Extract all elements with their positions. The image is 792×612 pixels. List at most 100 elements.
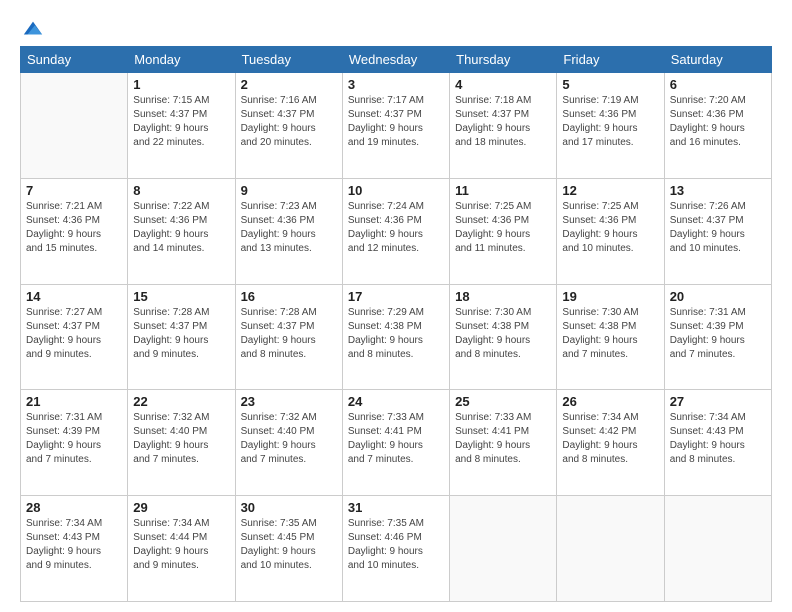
day-info: Sunrise: 7:31 AM Sunset: 4:39 PM Dayligh… bbox=[670, 306, 766, 362]
calendar-cell: 30 Sunrise: 7:35 AM Sunset: 4:45 PM Dayli… bbox=[235, 496, 342, 602]
calendar-header: Sunday Monday Tuesday Wednesday Thursday… bbox=[21, 47, 772, 73]
calendar-cell: 14 Sunrise: 7:27 AM Sunset: 4:37 PM Dayli… bbox=[21, 284, 128, 390]
day-number: 20 bbox=[670, 289, 766, 304]
calendar-cell: 24Sunrise: 7:33 AM Sunset: 4:41 PM Dayli… bbox=[342, 390, 449, 496]
day-number: 29 bbox=[133, 500, 229, 515]
day-info: Sunrise: 7:17 AM Sunset: 4:37 PM Dayligh… bbox=[348, 94, 444, 150]
day-number: 17 bbox=[348, 289, 444, 304]
week-row-2: 14 Sunrise: 7:27 AM Sunset: 4:37 PM Dayli… bbox=[21, 284, 772, 390]
day-number: 26 bbox=[562, 394, 658, 409]
calendar-cell: 13 Sunrise: 7:26 AM Sunset: 4:37 PM Dayli… bbox=[664, 178, 771, 284]
day-info: Sunrise: 7:31 AM Sunset: 4:39 PM Dayligh… bbox=[26, 411, 122, 467]
day-number: 1 bbox=[133, 77, 229, 92]
calendar-cell: 31 Sunrise: 7:35 AM Sunset: 4:46 PM Dayli… bbox=[342, 496, 449, 602]
day-info: Sunrise: 7:30 AM Sunset: 4:38 PM Dayligh… bbox=[455, 306, 551, 362]
day-number: 4 bbox=[455, 77, 551, 92]
logo-icon bbox=[22, 18, 44, 40]
day-number: 3 bbox=[348, 77, 444, 92]
calendar-cell: 17 Sunrise: 7:29 AM Sunset: 4:38 PM Dayli… bbox=[342, 284, 449, 390]
calendar-cell: 26 Sunrise: 7:34 AM Sunset: 4:42 PM Dayli… bbox=[557, 390, 664, 496]
calendar-cell: 3 Sunrise: 7:17 AM Sunset: 4:37 PM Daylig… bbox=[342, 73, 449, 179]
day-info: Sunrise: 7:18 AM Sunset: 4:37 PM Dayligh… bbox=[455, 94, 551, 150]
day-info: Sunrise: 7:20 AM Sunset: 4:36 PM Dayligh… bbox=[670, 94, 766, 150]
col-saturday: Saturday bbox=[664, 47, 771, 73]
day-number: 10 bbox=[348, 183, 444, 198]
day-number: 23 bbox=[241, 394, 337, 409]
day-info: Sunrise: 7:35 AM Sunset: 4:45 PM Dayligh… bbox=[241, 517, 337, 573]
header-row: Sunday Monday Tuesday Wednesday Thursday… bbox=[21, 47, 772, 73]
day-number: 22 bbox=[133, 394, 229, 409]
calendar-cell: 21Sunrise: 7:31 AM Sunset: 4:39 PM Dayli… bbox=[21, 390, 128, 496]
day-info: Sunrise: 7:34 AM Sunset: 4:43 PM Dayligh… bbox=[26, 517, 122, 573]
calendar-cell: 1Sunrise: 7:15 AM Sunset: 4:37 PM Daylig… bbox=[128, 73, 235, 179]
day-number: 2 bbox=[241, 77, 337, 92]
week-row-0: 1Sunrise: 7:15 AM Sunset: 4:37 PM Daylig… bbox=[21, 73, 772, 179]
logo-text bbox=[20, 18, 44, 40]
day-info: Sunrise: 7:27 AM Sunset: 4:37 PM Dayligh… bbox=[26, 306, 122, 362]
calendar-cell: 4 Sunrise: 7:18 AM Sunset: 4:37 PM Daylig… bbox=[450, 73, 557, 179]
day-number: 8 bbox=[133, 183, 229, 198]
day-number: 27 bbox=[670, 394, 766, 409]
calendar-body: 1Sunrise: 7:15 AM Sunset: 4:37 PM Daylig… bbox=[21, 73, 772, 602]
calendar-cell bbox=[557, 496, 664, 602]
day-number: 14 bbox=[26, 289, 122, 304]
day-number: 19 bbox=[562, 289, 658, 304]
calendar-cell: 22 Sunrise: 7:32 AM Sunset: 4:40 PM Dayli… bbox=[128, 390, 235, 496]
logo bbox=[20, 18, 44, 36]
day-info: Sunrise: 7:28 AM Sunset: 4:37 PM Dayligh… bbox=[241, 306, 337, 362]
day-info: Sunrise: 7:22 AM Sunset: 4:36 PM Dayligh… bbox=[133, 200, 229, 256]
day-info: Sunrise: 7:35 AM Sunset: 4:46 PM Dayligh… bbox=[348, 517, 444, 573]
day-info: Sunrise: 7:23 AM Sunset: 4:36 PM Dayligh… bbox=[241, 200, 337, 256]
calendar-cell bbox=[450, 496, 557, 602]
day-number: 28 bbox=[26, 500, 122, 515]
col-thursday: Thursday bbox=[450, 47, 557, 73]
day-number: 25 bbox=[455, 394, 551, 409]
day-info: Sunrise: 7:25 AM Sunset: 4:36 PM Dayligh… bbox=[562, 200, 658, 256]
day-info: Sunrise: 7:28 AM Sunset: 4:37 PM Dayligh… bbox=[133, 306, 229, 362]
week-row-1: 7Sunrise: 7:21 AM Sunset: 4:36 PM Daylig… bbox=[21, 178, 772, 284]
calendar-cell: 23Sunrise: 7:32 AM Sunset: 4:40 PM Dayli… bbox=[235, 390, 342, 496]
day-info: Sunrise: 7:32 AM Sunset: 4:40 PM Dayligh… bbox=[133, 411, 229, 467]
calendar-cell: 20 Sunrise: 7:31 AM Sunset: 4:39 PM Dayli… bbox=[664, 284, 771, 390]
day-info: Sunrise: 7:26 AM Sunset: 4:37 PM Dayligh… bbox=[670, 200, 766, 256]
day-number: 30 bbox=[241, 500, 337, 515]
day-number: 15 bbox=[133, 289, 229, 304]
col-friday: Friday bbox=[557, 47, 664, 73]
day-number: 13 bbox=[670, 183, 766, 198]
calendar-cell: 6Sunrise: 7:20 AM Sunset: 4:36 PM Daylig… bbox=[664, 73, 771, 179]
col-sunday: Sunday bbox=[21, 47, 128, 73]
col-tuesday: Tuesday bbox=[235, 47, 342, 73]
calendar-cell bbox=[21, 73, 128, 179]
day-number: 31 bbox=[348, 500, 444, 515]
day-info: Sunrise: 7:34 AM Sunset: 4:42 PM Dayligh… bbox=[562, 411, 658, 467]
calendar-cell: 7Sunrise: 7:21 AM Sunset: 4:36 PM Daylig… bbox=[21, 178, 128, 284]
day-info: Sunrise: 7:29 AM Sunset: 4:38 PM Dayligh… bbox=[348, 306, 444, 362]
calendar-cell: 28 Sunrise: 7:34 AM Sunset: 4:43 PM Dayli… bbox=[21, 496, 128, 602]
calendar-table: Sunday Monday Tuesday Wednesday Thursday… bbox=[20, 46, 772, 602]
calendar-cell: 11Sunrise: 7:25 AM Sunset: 4:36 PM Dayli… bbox=[450, 178, 557, 284]
calendar-cell: 8 Sunrise: 7:22 AM Sunset: 4:36 PM Daylig… bbox=[128, 178, 235, 284]
day-number: 9 bbox=[241, 183, 337, 198]
day-info: Sunrise: 7:30 AM Sunset: 4:38 PM Dayligh… bbox=[562, 306, 658, 362]
day-info: Sunrise: 7:33 AM Sunset: 4:41 PM Dayligh… bbox=[455, 411, 551, 467]
calendar-cell: 9 Sunrise: 7:23 AM Sunset: 4:36 PM Daylig… bbox=[235, 178, 342, 284]
day-info: Sunrise: 7:16 AM Sunset: 4:37 PM Dayligh… bbox=[241, 94, 337, 150]
week-row-3: 21Sunrise: 7:31 AM Sunset: 4:39 PM Dayli… bbox=[21, 390, 772, 496]
day-info: Sunrise: 7:33 AM Sunset: 4:41 PM Dayligh… bbox=[348, 411, 444, 467]
day-number: 18 bbox=[455, 289, 551, 304]
day-number: 5 bbox=[562, 77, 658, 92]
col-wednesday: Wednesday bbox=[342, 47, 449, 73]
day-number: 16 bbox=[241, 289, 337, 304]
calendar-cell: 5 Sunrise: 7:19 AM Sunset: 4:36 PM Daylig… bbox=[557, 73, 664, 179]
day-info: Sunrise: 7:25 AM Sunset: 4:36 PM Dayligh… bbox=[455, 200, 551, 256]
day-info: Sunrise: 7:24 AM Sunset: 4:36 PM Dayligh… bbox=[348, 200, 444, 256]
day-info: Sunrise: 7:19 AM Sunset: 4:36 PM Dayligh… bbox=[562, 94, 658, 150]
calendar-cell: 16 Sunrise: 7:28 AM Sunset: 4:37 PM Dayli… bbox=[235, 284, 342, 390]
col-monday: Monday bbox=[128, 47, 235, 73]
calendar-cell: 29Sunrise: 7:34 AM Sunset: 4:44 PM Dayli… bbox=[128, 496, 235, 602]
calendar-cell: 27 Sunrise: 7:34 AM Sunset: 4:43 PM Dayli… bbox=[664, 390, 771, 496]
calendar-cell: 2 Sunrise: 7:16 AM Sunset: 4:37 PM Daylig… bbox=[235, 73, 342, 179]
calendar-cell bbox=[664, 496, 771, 602]
calendar-cell: 12Sunrise: 7:25 AM Sunset: 4:36 PM Dayli… bbox=[557, 178, 664, 284]
day-info: Sunrise: 7:34 AM Sunset: 4:43 PM Dayligh… bbox=[670, 411, 766, 467]
